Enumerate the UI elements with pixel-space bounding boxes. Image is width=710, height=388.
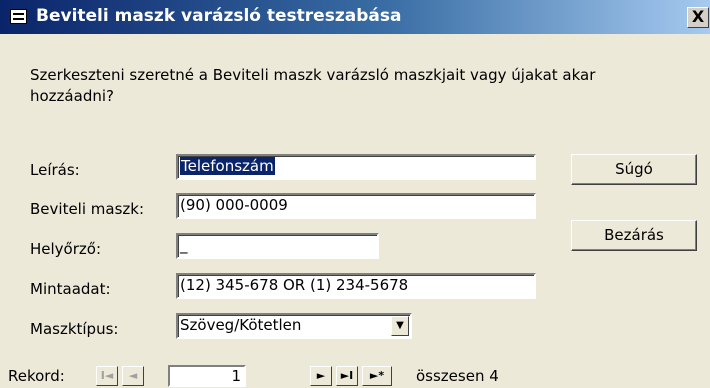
sample-label: Mintaadat: — [30, 280, 111, 298]
placeholder-label: Helyőrző: — [30, 240, 102, 258]
mask-field[interactable]: (90) 000-0009 — [176, 193, 536, 219]
description-field[interactable]: Telefonszám — [176, 154, 536, 180]
window-title: Beviteli maszk varázsló testreszabása — [36, 6, 402, 26]
masktype-select[interactable]: Szöveg/Kötetlen ▼ — [176, 313, 412, 339]
last-record-icon[interactable]: ►I — [336, 366, 358, 386]
mask-label: Beviteli maszk: — [30, 200, 145, 218]
next-record-icon[interactable]: ► — [310, 366, 332, 386]
previous-record-icon[interactable]: ◄ — [122, 366, 144, 386]
new-record-icon[interactable]: ►* — [362, 366, 392, 386]
current-record-field[interactable]: 1 — [168, 365, 246, 387]
close-dialog-button[interactable]: Bezárás — [571, 220, 697, 251]
close-button[interactable]: X — [687, 7, 709, 28]
placeholder-field[interactable]: _ — [176, 233, 379, 259]
record-label: Rekord: — [8, 367, 65, 385]
first-record-icon[interactable]: I◄ — [96, 366, 118, 386]
description-label: Leírás: — [30, 161, 80, 179]
prompt-text: Szerkeszteni szeretné a Beviteli maszk v… — [30, 66, 596, 105]
title-bar[interactable]: Beviteli maszk varázsló testreszabása X — [0, 0, 710, 34]
description-value: Telefonszám — [180, 157, 275, 175]
dropdown-arrow-icon[interactable]: ▼ — [391, 316, 409, 336]
masktype-label: Maszktípus: — [30, 320, 119, 338]
record-total: összesen 4 — [416, 367, 499, 385]
record-navigation-bar: Rekord: I◄ ◄ 1 ► ►I ►* összesen 4 — [0, 364, 710, 388]
sample-field[interactable]: (12) 345-678 OR (1) 234-5678 — [176, 273, 536, 299]
dialog-window: Beviteli maszk varázsló testreszabása X … — [0, 0, 710, 388]
masktype-value: Szöveg/Kötetlen — [180, 316, 302, 334]
help-button[interactable]: Súgó — [571, 154, 697, 185]
form-icon — [10, 9, 27, 24]
